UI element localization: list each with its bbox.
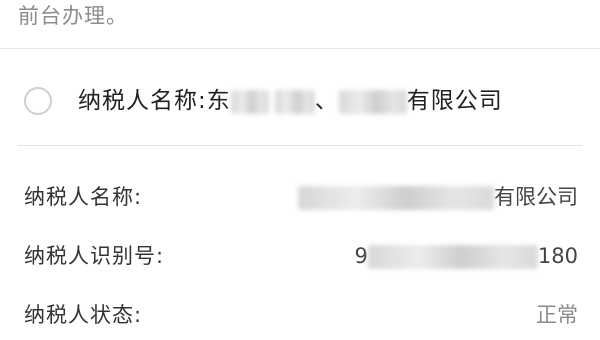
redacted-text [230,89,269,114]
taxpayer-name-suffix: 有限公司 [494,185,578,209]
option-label-suffix: 有限公司 [406,88,503,114]
taxpayer-option-label: 纳税人名称:东 、 有限公司 [78,86,503,116]
taxpayer-id-suffix: 180 [537,244,578,268]
taxpayer-name-row: 纳税人名称: 有限公司 [0,178,600,218]
divider [18,145,582,146]
note-text: 前台办理。 [18,4,128,28]
redacted-text [274,89,315,114]
option-label-middle: 、 [314,88,339,114]
taxpayer-name-value: 有限公司 [298,182,578,212]
redacted-text [367,245,538,269]
taxpayer-id-value: 9 180 [355,241,578,271]
taxpayer-info-screen: 前台办理。 纳税人名称:东、有限公司 纳税人名称: 有限公司 纳税人识别号: 9… [0,0,600,340]
redacted-text [338,89,407,114]
taxpayer-id-row: 纳税人识别号: 9 180 [0,237,600,277]
taxpayer-status-row: 纳税人状态: 正常 [0,296,600,336]
taxpayer-id-prefix: 9 [354,244,368,268]
taxpayer-option[interactable]: 纳税人名称:东 、 有限公司 [0,49,600,145]
taxpayer-id-label: 纳税人识别号: [24,244,165,268]
redacted-text [298,186,494,210]
radio-button[interactable] [24,87,52,115]
option-label-prefix: 纳税人名称:东 [78,88,231,114]
taxpayer-status-label: 纳税人状态: [24,303,143,327]
taxpayer-name-label: 纳税人名称: [24,185,143,209]
taxpayer-status-value: 正常 [536,303,578,327]
